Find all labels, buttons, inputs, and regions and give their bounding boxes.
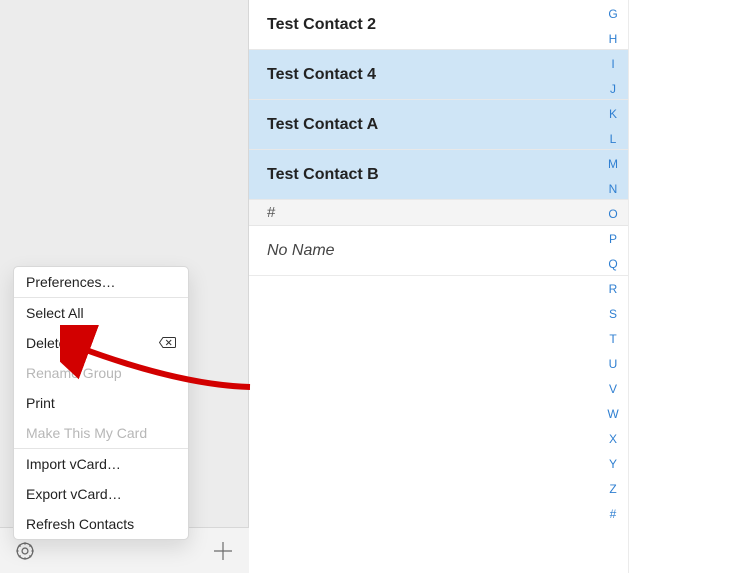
contact-row[interactable]: Test Contact 2 [249, 0, 628, 50]
settings-menu: Preferences… Select All Delete Rename Gr… [13, 266, 189, 540]
alpha-letter[interactable]: X [598, 427, 628, 452]
alpha-letter[interactable]: Z [598, 477, 628, 502]
contact-row[interactable]: Test Contact A [249, 100, 628, 150]
menu-label: Make This My Card [26, 425, 147, 441]
menu-preferences[interactable]: Preferences… [14, 267, 188, 297]
menu-pointer [20, 539, 38, 540]
contact-name: Test Contact A [267, 116, 378, 134]
alpha-letter[interactable]: I [598, 52, 628, 77]
contact-name: Test Contact 2 [267, 16, 376, 34]
menu-label: Export vCard… [26, 486, 122, 502]
section-header: # [249, 200, 628, 226]
contact-row[interactable]: Test Contact B [249, 150, 628, 200]
contact-name: Test Contact 4 [267, 66, 376, 84]
contact-row[interactable]: No Name [249, 226, 628, 276]
menu-label: Preferences… [26, 274, 115, 290]
alpha-letter[interactable]: J [598, 77, 628, 102]
menu-label: Select All [26, 305, 84, 321]
gear-icon[interactable] [14, 540, 36, 562]
alpha-letter[interactable]: W [598, 402, 628, 427]
menu-refresh[interactable]: Refresh Contacts [14, 509, 188, 539]
alpha-letter[interactable]: T [598, 327, 628, 352]
menu-delete[interactable]: Delete [14, 328, 188, 358]
alpha-letter[interactable]: L [598, 127, 628, 152]
menu-label: Import vCard… [26, 456, 121, 472]
alpha-letter[interactable]: K [598, 102, 628, 127]
contact-name: No Name [267, 242, 335, 260]
alpha-letter[interactable]: G [598, 2, 628, 27]
detail-panel [628, 0, 736, 573]
alpha-letter[interactable]: R [598, 277, 628, 302]
menu-export-vcard[interactable]: Export vCard… [14, 479, 188, 509]
alpha-letter[interactable]: S [598, 302, 628, 327]
alphabet-index: G H I J K L M N O P Q R S T U V W X Y Z … [598, 0, 628, 573]
menu-label: Refresh Contacts [26, 516, 134, 532]
alpha-letter[interactable]: O [598, 202, 628, 227]
menu-print[interactable]: Print [14, 388, 188, 418]
alpha-letter[interactable]: # [598, 502, 628, 527]
app-root: Test Contact 2 Test Contact 4 Test Conta… [0, 0, 736, 573]
menu-label: Print [26, 395, 55, 411]
menu-label: Delete [26, 335, 66, 351]
alpha-letter[interactable]: M [598, 152, 628, 177]
alpha-letter[interactable]: Y [598, 452, 628, 477]
contact-row[interactable]: Test Contact 4 [249, 50, 628, 100]
menu-import-vcard[interactable]: Import vCard… [14, 449, 188, 479]
menu-rename-group: Rename Group [14, 358, 188, 388]
alpha-letter[interactable]: Q [598, 252, 628, 277]
menu-select-all[interactable]: Select All [14, 298, 188, 328]
contact-name: Test Contact B [267, 166, 379, 184]
alpha-letter[interactable]: N [598, 177, 628, 202]
menu-label: Rename Group [26, 365, 122, 381]
section-header-label: # [267, 204, 275, 221]
menu-make-card: Make This My Card [14, 418, 188, 448]
alpha-letter[interactable]: U [598, 352, 628, 377]
alpha-letter[interactable]: V [598, 377, 628, 402]
backspace-icon [159, 335, 176, 351]
alpha-letter[interactable]: P [598, 227, 628, 252]
contacts-list: Test Contact 2 Test Contact 4 Test Conta… [249, 0, 629, 573]
alpha-letter[interactable]: H [598, 27, 628, 52]
plus-icon[interactable] [211, 539, 235, 563]
